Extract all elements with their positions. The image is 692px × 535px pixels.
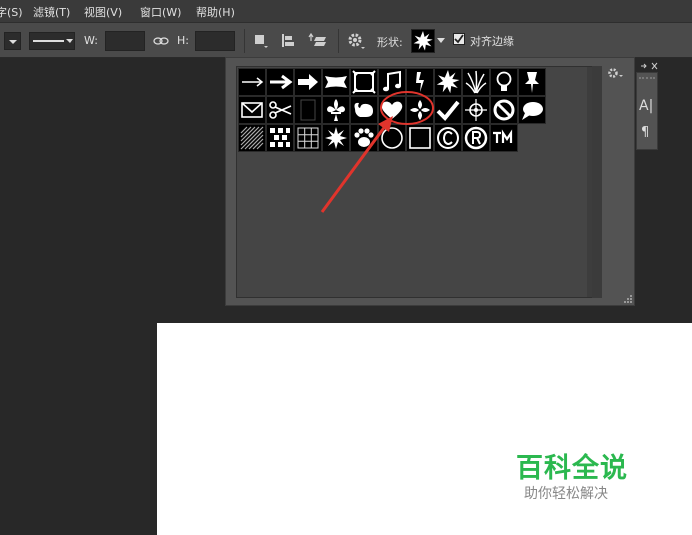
- checkmark-shape[interactable]: [434, 96, 462, 124]
- document-canvas[interactable]: [157, 323, 692, 535]
- trademark-shape[interactable]: [490, 124, 518, 152]
- menu-bar: 字(S) 滤镜(T) 视图(V) 窗口(W) 帮助(H): [0, 0, 692, 22]
- target-shape[interactable]: [462, 96, 490, 124]
- resize-grip-icon[interactable]: [623, 294, 633, 304]
- menu-item-view[interactable]: 视图(V): [84, 4, 122, 20]
- puzzle-flower-shape[interactable]: [406, 96, 434, 124]
- menu-item-help[interactable]: 帮助(H): [196, 4, 235, 20]
- arrow-medium-shape[interactable]: [266, 68, 294, 96]
- character-paragraph-panel: A| ¶: [636, 62, 658, 150]
- checkmark-icon: [454, 34, 464, 44]
- separator: [338, 29, 339, 53]
- hand-ornament-shape[interactable]: [350, 96, 378, 124]
- stroke-line-icon: [33, 39, 73, 43]
- hatch-shape[interactable]: [238, 124, 266, 152]
- arrow-bold-shape[interactable]: [294, 68, 322, 96]
- menu-item-type[interactable]: 字(S): [0, 4, 23, 20]
- pushpin-shape[interactable]: [518, 68, 546, 96]
- speech-bubble-shape[interactable]: [518, 96, 546, 124]
- align-edges-label: 对齐边缘: [470, 35, 514, 48]
- music-note-shape[interactable]: [378, 68, 406, 96]
- height-input[interactable]: [195, 31, 235, 51]
- menu-item-filter[interactable]: 滤镜(T): [33, 4, 70, 20]
- frame-shape[interactable]: [350, 68, 378, 96]
- vertical-scrollbar[interactable]: [592, 66, 602, 298]
- chevron-down-icon: [9, 40, 17, 44]
- grass-shape[interactable]: [462, 68, 490, 96]
- checker-shape[interactable]: [266, 124, 294, 152]
- circle-shape[interactable]: [378, 124, 406, 152]
- gear-icon[interactable]: [606, 66, 626, 80]
- shape-swatch[interactable]: [411, 29, 435, 53]
- character-panel-button[interactable]: A|: [639, 98, 653, 114]
- width-label: W:: [84, 34, 98, 47]
- lightbulb-shape[interactable]: [490, 68, 518, 96]
- registered-shape[interactable]: [462, 124, 490, 152]
- no-sign-shape[interactable]: [490, 96, 518, 124]
- scissors-shape[interactable]: [266, 96, 294, 124]
- blank-shape[interactable]: [294, 96, 322, 124]
- menu-item-window[interactable]: 窗口(W): [140, 4, 181, 20]
- fill-dropdown[interactable]: [4, 32, 21, 50]
- path-operations-icon[interactable]: [252, 32, 268, 50]
- square-shape[interactable]: [406, 124, 434, 152]
- lightning-shape[interactable]: [406, 68, 434, 96]
- panel-grip[interactable]: [639, 77, 655, 79]
- starburst-icon: [413, 31, 433, 51]
- grid-shape[interactable]: [294, 124, 322, 152]
- fleur-de-lis-shape[interactable]: [322, 96, 350, 124]
- shape-label: 形状:: [377, 36, 403, 49]
- paw-shape[interactable]: [350, 124, 378, 152]
- height-label: H:: [177, 34, 189, 47]
- separator: [244, 29, 245, 53]
- align-edges-checkbox[interactable]: [453, 33, 465, 45]
- burst-shape[interactable]: [322, 124, 350, 152]
- chevron-down-icon[interactable]: [437, 38, 445, 44]
- panel-collapse-icon[interactable]: [639, 61, 659, 71]
- watermark-subtitle: 助你轻松解决: [524, 486, 608, 502]
- banner-shape[interactable]: [322, 68, 350, 96]
- width-input[interactable]: [105, 31, 145, 51]
- path-alignment-icon[interactable]: [279, 32, 297, 50]
- arrow-thin-shape[interactable]: [238, 68, 266, 96]
- link-icon[interactable]: [153, 35, 169, 47]
- paragraph-panel-button[interactable]: ¶: [641, 125, 649, 140]
- heart-shape[interactable]: [378, 96, 406, 124]
- gear-icon[interactable]: [346, 31, 366, 51]
- starburst-shape[interactable]: [434, 68, 462, 96]
- path-arrangement-icon[interactable]: [307, 31, 329, 51]
- copyright-shape[interactable]: [434, 124, 462, 152]
- stroke-style-dropdown[interactable]: [29, 32, 75, 50]
- options-bar: W: H: 形状: 对齐边缘: [0, 22, 692, 58]
- watermark-title: 百科全说: [516, 453, 628, 484]
- envelope-shape[interactable]: [238, 96, 266, 124]
- shape-picker-panel: [225, 57, 635, 306]
